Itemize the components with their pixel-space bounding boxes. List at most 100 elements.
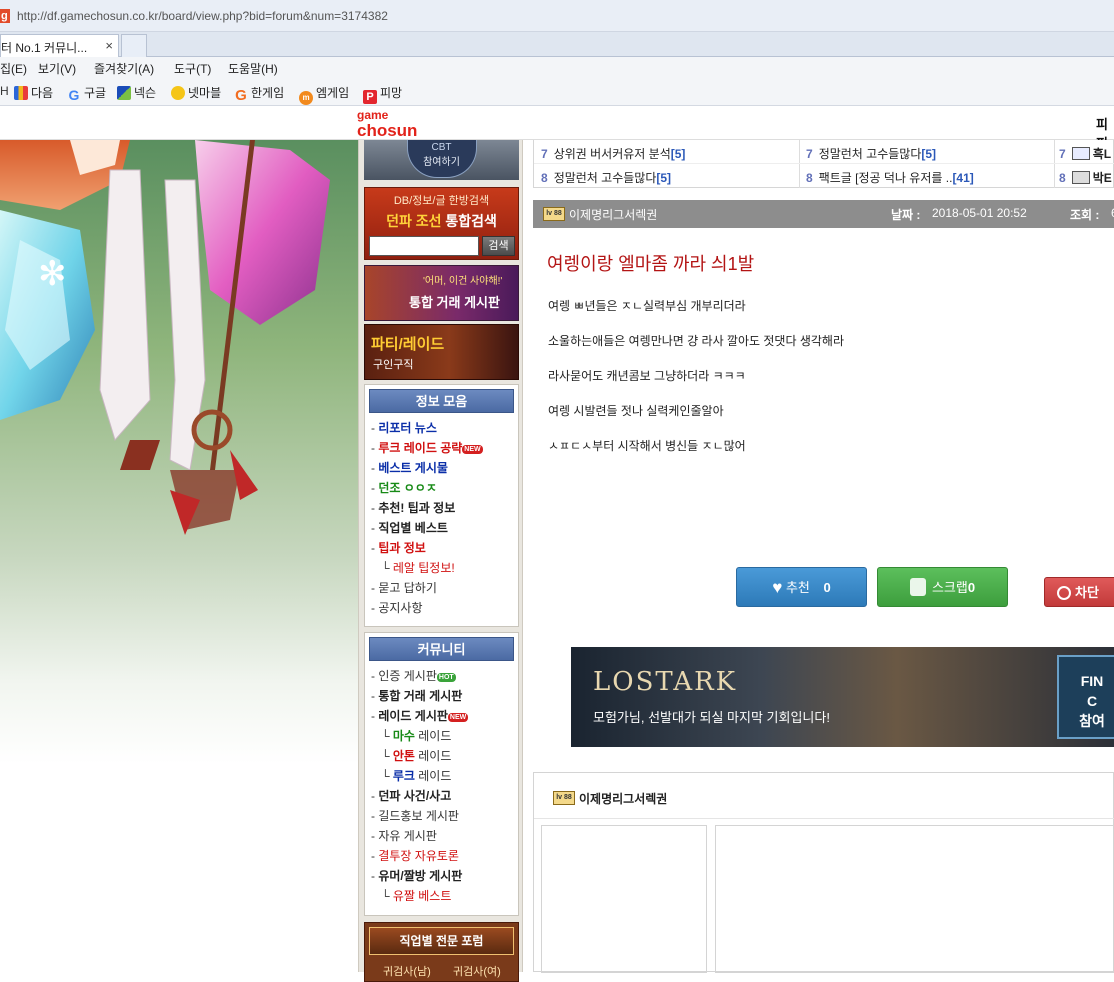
- bookmark-pmang[interactable]: P 피망: [363, 84, 402, 104]
- menu-item-label: 결투장 자유토론: [378, 849, 459, 863]
- gamechosun-logo[interactable]: game chosun: [357, 108, 427, 141]
- job-forum-item[interactable]: 귀검사(남): [383, 963, 431, 979]
- menu-item-label: 추천! 팁과 정보: [378, 501, 456, 515]
- close-icon[interactable]: ×: [105, 38, 113, 53]
- menu-item-bullet: └: [381, 729, 393, 743]
- nexon-icon: [117, 86, 131, 100]
- new-tab-button[interactable]: [121, 34, 147, 57]
- address-bar[interactable]: g http://df.gamechosun.co.kr/board/view.…: [0, 0, 1114, 32]
- bookmark-google[interactable]: G 구글: [67, 84, 107, 102]
- recommend-button[interactable]: ♥ 추천 0: [736, 567, 867, 607]
- party-raid-banner[interactable]: 파티/레이드 구인구직: [364, 324, 519, 380]
- menu-item[interactable]: - 인증 게시판 HOT: [365, 667, 518, 687]
- author-name[interactable]: 이제명리그서렉권: [579, 790, 667, 807]
- bookmark-daum[interactable]: 다음: [14, 84, 53, 101]
- menu-item[interactable]: └ 루크 레이드: [365, 767, 518, 787]
- menu-bar: 집(E) 보기(V) 즐겨찾기(A) 도구(T) 도움말(H): [0, 57, 1114, 79]
- character-illustration: ✻: [0, 140, 330, 535]
- post-body-line: 여렝 ㅃ년들은 ㅈㄴ실력부심 개부리더라: [548, 299, 746, 313]
- menu-view[interactable]: 보기(V): [38, 60, 76, 77]
- menu-item-label: 유짤 베스트: [392, 889, 452, 903]
- menu-item[interactable]: - 결투장 자유토론: [365, 847, 518, 867]
- ad-cta-button[interactable]: FIN C 참여: [1057, 655, 1114, 739]
- menu-item[interactable]: └ 안톤 레이드: [365, 747, 518, 767]
- menu-item[interactable]: - 던조 ㅇㅇㅈ: [365, 479, 518, 499]
- bookmark-nexon[interactable]: 넥슨: [117, 84, 156, 101]
- hangame-icon: G: [235, 87, 247, 104]
- menu-item[interactable]: - 묻고 답하기: [365, 579, 518, 599]
- menu-item[interactable]: └ 마수 레이드: [365, 727, 518, 747]
- bookmark-mgame[interactable]: m 엠게임: [299, 84, 349, 105]
- menu-item[interactable]: - 직업별 베스트: [365, 519, 518, 539]
- menu-item[interactable]: - 베스트 게시물: [365, 459, 518, 479]
- menu-item-bullet: └: [381, 769, 393, 783]
- ranking-item[interactable]: 8 정말런처 고수들많다[5]: [541, 169, 671, 186]
- svg-text:✻: ✻: [38, 254, 67, 294]
- menu-item-label: 통합 거래 게시판: [378, 689, 463, 703]
- ranking-item[interactable]: 8 팩트글 [정공 덕나 유저를 ..[41]: [806, 169, 974, 186]
- party-banner-title: 파티/레이드: [371, 336, 445, 353]
- menu-edit[interactable]: 집(E): [0, 60, 27, 77]
- mgame-icon: m: [299, 91, 313, 105]
- cbt-banner[interactable]: CBT 참여하기: [364, 140, 519, 180]
- date-label: 날짜 :: [891, 208, 921, 222]
- post-body-line: 소울하는애들은 여렝만나면 걍 라사 깔아도 젓댓다 생각해라: [548, 334, 845, 348]
- menu-item-label: 자유 게시판: [378, 829, 437, 843]
- cbt-label: CBT: [431, 142, 452, 153]
- ranking-item[interactable]: 7 정말런처 고수들많다[5]: [806, 145, 936, 162]
- menu-item[interactable]: - 리포터 뉴스: [365, 419, 518, 439]
- url-text[interactable]: http://df.gamechosun.co.kr/board/view.ph…: [17, 9, 388, 23]
- search-button[interactable]: 검색: [482, 236, 515, 256]
- author-avatar-panel: [541, 825, 707, 973]
- menu-item-label: 던파 사건/사고: [378, 789, 452, 803]
- menu-item-label: 레알 팁정보!: [392, 561, 455, 575]
- new-badge: NEW: [447, 713, 469, 722]
- post-body-line: 라사묻어도 캐년콤보 그냥하더라 ㅋㅋㅋ: [548, 369, 746, 383]
- menu-item[interactable]: - 자유 게시판: [365, 827, 518, 847]
- bookmarks-bar: H 다음 G 구글 넥슨 넷마블 G 한게임 m 엠게임 P 피망: [0, 79, 1114, 106]
- menu-item-label: 유머/짤방 게시판: [378, 869, 463, 883]
- search-input[interactable]: [369, 236, 479, 256]
- menu-item[interactable]: - 유머/짤방 게시판: [365, 867, 518, 887]
- menu-item-label: 리포터 뉴스: [378, 421, 437, 435]
- ranking-item[interactable]: 8 박E: [1059, 169, 1112, 186]
- menu-item[interactable]: - 팁과 정보: [365, 539, 518, 559]
- menu-item-label: 루크: [392, 769, 415, 783]
- info-menu-box: 정보 모음 - 리포터 뉴스 - 루크 레이드 공략 NEW - 베스트 게시물 - 던…: [364, 384, 519, 627]
- menu-item[interactable]: └ 레알 팁정보!: [365, 559, 518, 579]
- bookmark-netmarble[interactable]: 넷마블: [171, 84, 221, 101]
- site-header: [0, 106, 1114, 140]
- menu-item[interactable]: - 통합 거래 게시판: [365, 687, 518, 707]
- post-author[interactable]: 이제명리그서렉권: [569, 206, 657, 223]
- menu-item-label: 루크 레이드 공략: [378, 441, 463, 455]
- left-sidebar: CBT 참여하기 DB/정보/글 한방검색 던파 조선 통합검색 검색 '어머,…: [358, 140, 523, 982]
- menu-item[interactable]: - 루크 레이드 공략 NEW: [365, 439, 518, 459]
- menu-tools[interactable]: 도구(T): [174, 60, 211, 77]
- menu-item[interactable]: - 추천! 팁과 정보: [365, 499, 518, 519]
- menu-help[interactable]: 도움말(H): [228, 60, 278, 77]
- info-menu-list: - 리포터 뉴스 - 루크 레이드 공략 NEW - 베스트 게시물 - 던조 ㅇㅇㅈ -…: [365, 419, 518, 619]
- scrap-button[interactable]: 스크랩0: [877, 567, 1008, 607]
- menu-item[interactable]: - 던파 사건/사고: [365, 787, 518, 807]
- browser-tab[interactable]: 터 No.1 커뮤니... ×: [0, 34, 119, 57]
- block-icon: [1057, 586, 1071, 600]
- bookmark-hangame[interactable]: G 한게임: [234, 84, 284, 103]
- trade-banner-quote: '어머, 이건 사야해!': [423, 276, 503, 287]
- views-label: 조회 :: [1070, 208, 1100, 222]
- menu-item-bullet: └: [381, 889, 393, 903]
- trade-board-banner[interactable]: '어머, 이건 사야해!' 통합 거래 게시판: [364, 265, 519, 321]
- menu-item[interactable]: - 공지사항: [365, 599, 518, 619]
- party-banner-sub: 구인구직: [373, 359, 414, 371]
- lostark-ad-banner[interactable]: LOSTARK 모험가님, 선발대가 되실 마지막 기회입니다! FIN C 참여: [571, 647, 1114, 747]
- menu-favorites[interactable]: 즐겨찾기(A): [94, 60, 154, 77]
- ad-text: 모험가님, 선발대가 되실 마지막 기회입니다!: [593, 710, 830, 725]
- daum-icon: [14, 86, 28, 100]
- job-forum-item[interactable]: 귀검사(여): [453, 963, 501, 979]
- ranking-item[interactable]: 7 흑L: [1059, 145, 1111, 162]
- block-button[interactable]: 차단: [1044, 577, 1114, 607]
- menu-item[interactable]: └ 유짤 베스트: [365, 887, 518, 907]
- ranking-item[interactable]: 7 상위권 버서커유저 분석[5]: [541, 145, 685, 162]
- menu-item-label: 안톤: [392, 749, 415, 763]
- menu-item[interactable]: - 길드홍보 게시판: [365, 807, 518, 827]
- menu-item[interactable]: - 레이드 게시판 NEW: [365, 707, 518, 727]
